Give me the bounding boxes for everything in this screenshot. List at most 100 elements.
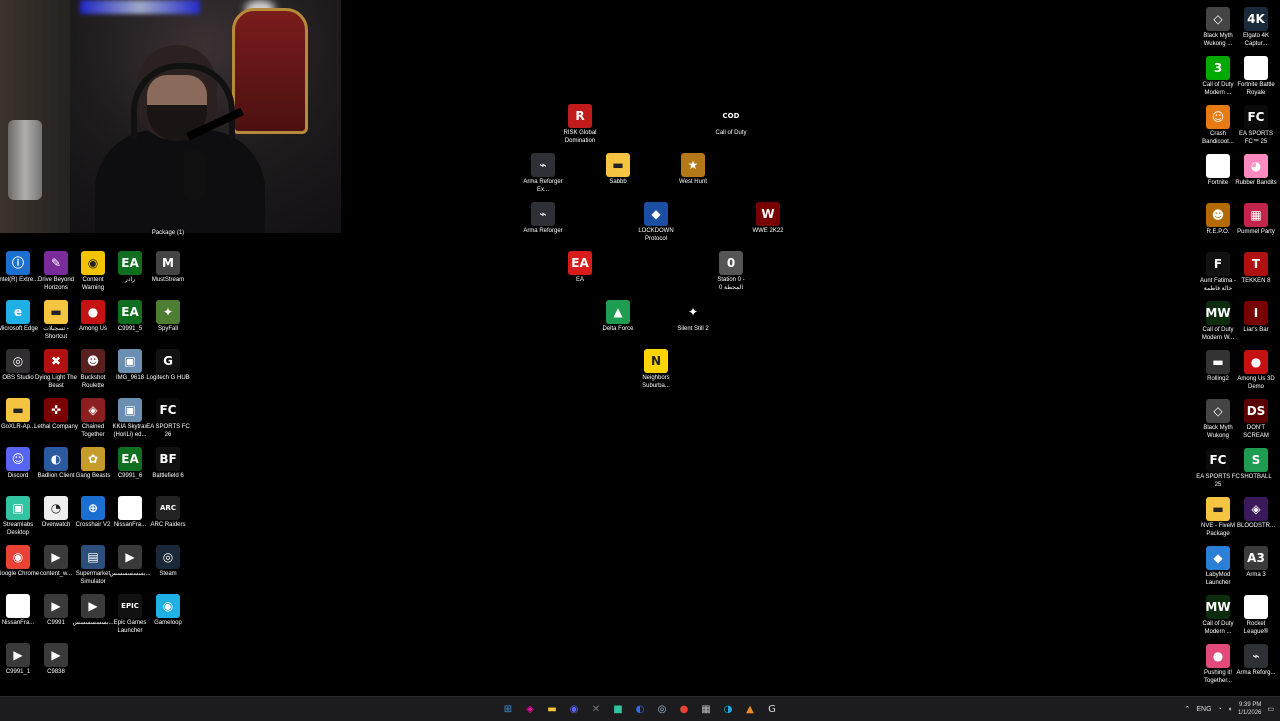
- blank-file-icon: [1206, 154, 1230, 178]
- icon-label: EA: [575, 277, 584, 283]
- chrome-icon: ◉: [6, 545, 30, 569]
- folder-icon: ▬: [1206, 497, 1230, 521]
- clock[interactable]: 9:39 PM 1/1/2026: [1238, 701, 1261, 717]
- wwe-icon: W: [756, 202, 780, 226]
- desktop-icon-package[interactable]: Package (1): [146, 230, 190, 238]
- capture-tb-icon[interactable]: ✕: [587, 700, 605, 718]
- steam-tb-icon[interactable]: ◎: [653, 700, 671, 718]
- discord-tb-icon[interactable]: ◉: [565, 700, 583, 718]
- lockdown-icon: ◆: [644, 202, 668, 226]
- desktop-icon-arma[interactable]: ⌁ Arma Reforger Ex...: [521, 153, 565, 194]
- desktop-icon-among-us[interactable]: ● Among Us 3D Demo: [1234, 350, 1278, 391]
- logitech-tb-icon[interactable]: G: [763, 700, 781, 718]
- rolling-icon: ▬: [1206, 350, 1230, 374]
- desktop-icon-silent-still[interactable]: ✦ Silent Still 2: [671, 300, 715, 334]
- desktop-icon-folder[interactable]: ▬ Sabbb: [596, 153, 640, 187]
- start-button[interactable]: ⊞: [499, 700, 517, 718]
- calculator-tb-icon[interactable]: ▦: [697, 700, 715, 718]
- icon-label: LOCKDOWN Protocol: [638, 228, 674, 242]
- desktop-icon-risk[interactable]: R RISK Global Domination: [558, 104, 602, 145]
- obs-icon: ◎: [6, 349, 30, 373]
- desktop-icon-shotball[interactable]: S SHOTBALL: [1234, 448, 1278, 482]
- desktop-icon-liars-bar[interactable]: I Liar's Bar: [1234, 301, 1278, 335]
- arma-icon: ⌁: [531, 153, 555, 177]
- desktop-icon-muststream[interactable]: M MustStream: [146, 251, 190, 285]
- edge-tb-icon[interactable]: ◑: [719, 700, 737, 718]
- overwatch-icon: ◔: [44, 496, 68, 520]
- arma-icon: ⌁: [1244, 644, 1268, 668]
- desktop-icon-delta-force[interactable]: ▲ Delta Force: [596, 300, 640, 334]
- desktop-icon-arma[interactable]: ⌁ Arma Reforger: [521, 202, 565, 236]
- icon-label: Steam: [159, 571, 177, 577]
- desktop-icon-ea[interactable]: EA EA: [558, 251, 602, 285]
- buckshot-icon: ☻: [81, 349, 105, 373]
- silent-still-icon: ✦: [681, 300, 705, 324]
- bloodstrike-icon: ◈: [1244, 497, 1268, 521]
- desktop-icon-elgato[interactable]: 4K Elgato 4K Captur...: [1234, 7, 1278, 48]
- desktop-icon-blank-file[interactable]: Rocket League®: [1234, 595, 1278, 636]
- epic-icon: EPIC: [118, 594, 142, 618]
- desktop-icon-call-of-duty[interactable]: COD Call of Duty: [709, 104, 753, 138]
- logitech-icon: G: [156, 349, 180, 373]
- arc-raiders-icon: ARC: [156, 496, 180, 520]
- desktop-icon-neighbors[interactable]: N Neighbors Suburba...: [634, 349, 678, 390]
- desktop-icon-logitech[interactable]: G Logitech G HUB: [146, 349, 190, 383]
- arma-icon: ⌁: [531, 202, 555, 226]
- streamlabs-tb-icon[interactable]: ■: [609, 700, 627, 718]
- crash-icon: ☺: [1206, 105, 1230, 129]
- spyfall-icon: ✦: [156, 300, 180, 324]
- desktop-icon-spyfall[interactable]: ✦ SpyFall: [146, 300, 190, 334]
- desktop-icon-steam[interactable]: ◎ Steam: [146, 545, 190, 579]
- desktop-icon-video-file[interactable]: ▶ C9838: [34, 643, 78, 677]
- video-file-icon: ▶: [44, 594, 68, 618]
- desktop-icon-battlefield[interactable]: BF Battlefield 6: [146, 447, 190, 481]
- icon-label: Rocket League®: [1243, 621, 1269, 635]
- vlc-tb-icon[interactable]: ▲: [741, 700, 759, 718]
- rubber-bandits-icon: ◕: [1244, 154, 1268, 178]
- desktop-icon-arc-raiders[interactable]: ARC ARC Raiders: [146, 496, 190, 530]
- desktop-icon-station-zero[interactable]: 0 Station 0 - المحطة 0: [709, 251, 753, 292]
- notification-icon[interactable]: ▭: [1267, 705, 1274, 713]
- icon-label: EA SPORTS FC™ 25: [1239, 131, 1273, 145]
- desktop-icon-arma3[interactable]: A3 Arma 3: [1234, 546, 1278, 580]
- desktop-icon-pummel-party[interactable]: ▦ Pummel Party: [1234, 203, 1278, 237]
- tekken-icon: T: [1244, 252, 1268, 276]
- blank-file-icon: [1244, 595, 1268, 619]
- ea-fc-icon: FC: [1206, 448, 1230, 472]
- streamer: [95, 45, 265, 233]
- clock-time: 9:39 PM: [1239, 702, 1262, 708]
- chrome-tb-icon[interactable]: ●: [675, 700, 693, 718]
- chevron-up-icon[interactable]: ⌃: [1185, 705, 1191, 713]
- desktop-icon-rubber-bandits[interactable]: ◕ Rubber Bandits: [1234, 154, 1278, 188]
- ea-fc-icon: FC: [156, 398, 180, 422]
- desktop-icon-blank-file[interactable]: Fortnite Battle Royale: [1234, 56, 1278, 97]
- desktop-icon-tekken[interactable]: T TEKKEN 8: [1234, 252, 1278, 286]
- volume-icon[interactable]: ◖: [1228, 706, 1232, 713]
- desktop-icon-ea-fc[interactable]: FC EA SPORTS FC™ 25: [1234, 105, 1278, 146]
- west-hunt-icon: ★: [681, 153, 705, 177]
- copilot-icon[interactable]: ◈: [521, 700, 539, 718]
- desktop-icon-wwe[interactable]: W WWE 2K22: [746, 202, 790, 236]
- wifi-icon[interactable]: ◔: [1218, 706, 1222, 713]
- desktop-icon-ea-fc[interactable]: FC EA SPORTS FC 26: [146, 398, 190, 439]
- gamepass-icon: EA: [118, 300, 142, 324]
- aunt-fatima-icon: F: [1206, 252, 1230, 276]
- edge-dev-tb-icon[interactable]: ◐: [631, 700, 649, 718]
- desktop-icon-bloodstrike[interactable]: ◈ BLOODSTR...: [1234, 497, 1278, 531]
- blank-file-icon: [6, 594, 30, 618]
- folder-icon: ▬: [6, 398, 30, 422]
- desktop-icon-lockdown[interactable]: ◆ LOCKDOWN Protocol: [634, 202, 678, 243]
- icon-label: Arma Reforg...: [1236, 670, 1276, 676]
- folder-icon: ▬: [606, 153, 630, 177]
- icon-label: Rubber Bandits: [1235, 180, 1277, 186]
- lang-indicator[interactable]: ENG: [1196, 706, 1211, 713]
- drive-beyond-horizons-icon: ✎: [44, 251, 68, 275]
- icon-label: Elgato 4K Captur...: [1242, 33, 1270, 47]
- icon-label: Arma Reforger: [523, 228, 563, 234]
- desktop-icon-west-hunt[interactable]: ★ West Hunt: [671, 153, 715, 187]
- desktop-icon-arma[interactable]: ⌁ Arma Reforg...: [1234, 644, 1278, 678]
- file-explorer-icon[interactable]: ▬: [543, 700, 561, 718]
- desktop-icon-dont-scream[interactable]: DS DON'T SCREAM: [1234, 399, 1278, 440]
- icon-label: TEKKEN 8: [1241, 278, 1271, 284]
- desktop-icon-gameloop[interactable]: ◉ Gameloop: [146, 594, 190, 628]
